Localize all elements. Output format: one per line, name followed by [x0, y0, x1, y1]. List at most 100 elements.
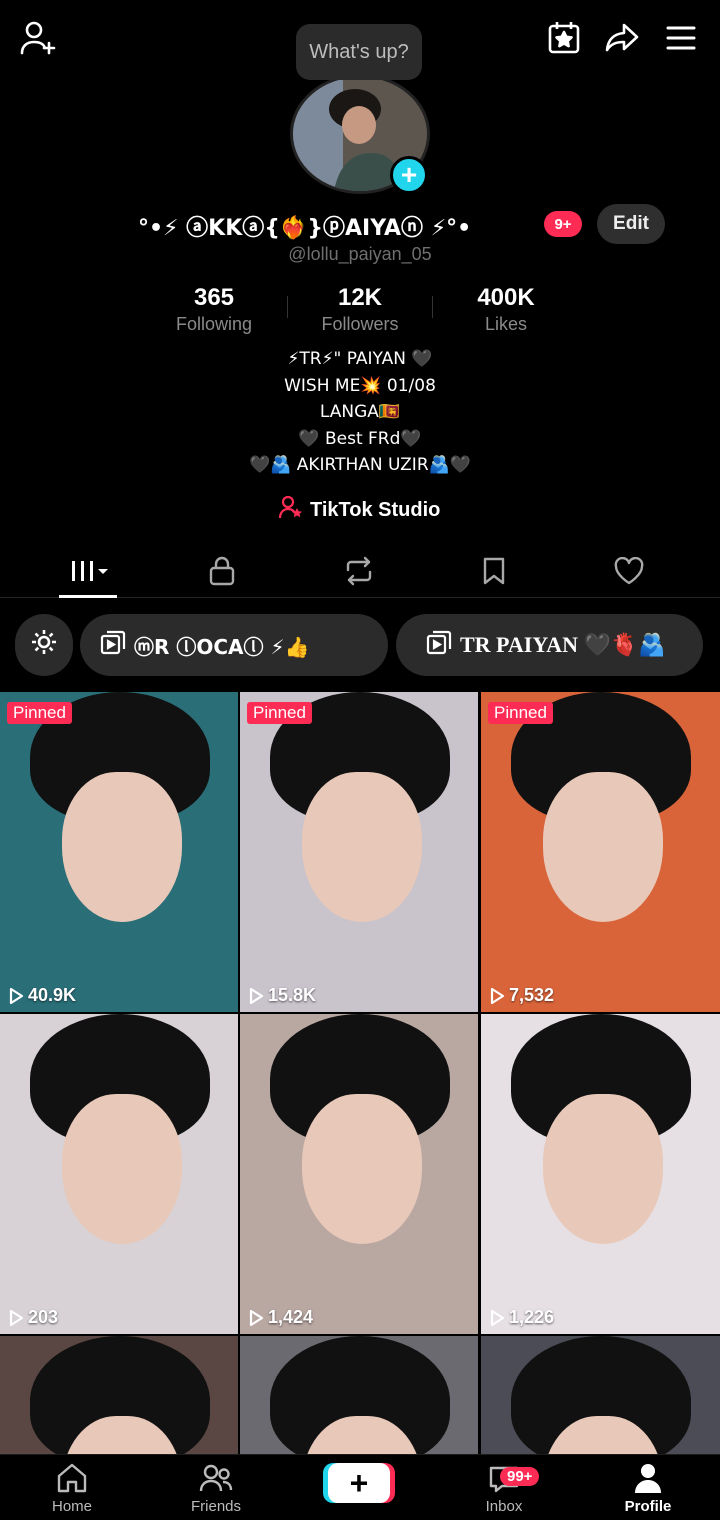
- thumbnail-face: [302, 1094, 422, 1244]
- tab-videos[interactable]: [18, 548, 162, 598]
- divider: [287, 296, 288, 318]
- nav-label: Home: [51, 1498, 92, 1515]
- profile-icon: [631, 1462, 665, 1498]
- pinned-badge: Pinned: [488, 702, 553, 724]
- bio[interactable]: ⚡TR⚡" PAIYAN 🖤 WISH ME💥 01/08 LANGA🇱🇰 🖤 …: [0, 346, 720, 479]
- tab-reposts[interactable]: [287, 548, 431, 598]
- nav-label: Friends: [190, 1498, 242, 1515]
- calendar-star-icon[interactable]: [544, 18, 584, 58]
- play-icon: [490, 987, 505, 1004]
- user-star-icon: [278, 494, 304, 526]
- profile-page: What's up? + °•⚡ ⓐKKⓐ{❤️‍🔥}ⓟAIYAⓝ ⚡°• 9+…: [0, 0, 720, 1520]
- playlist-chip[interactable]: ⓜR ⓛOCAⓛ ⚡👍: [80, 614, 388, 676]
- tiktok-studio-label: TikTok Studio: [310, 498, 441, 521]
- view-count: 7,532: [489, 985, 554, 1006]
- view-count-value: 15.8K: [268, 985, 317, 1005]
- nav-label: Inbox: [485, 1498, 523, 1515]
- video-thumbnail[interactable]: [481, 1336, 720, 1454]
- tab-favorites[interactable]: [422, 548, 566, 598]
- view-count-value: 7,532: [509, 985, 555, 1005]
- thumbnail-face: [302, 772, 422, 922]
- thumbnail-face: [543, 772, 663, 922]
- grid-icon: [68, 557, 112, 590]
- playlist-icon: [100, 629, 126, 661]
- view-count: 1,226: [489, 1307, 554, 1328]
- heart-icon: [613, 556, 645, 590]
- stat-value: 12K: [337, 284, 383, 311]
- bio-line: 🖤 Best FRd🖤: [298, 428, 422, 449]
- stat-followers[interactable]: 12K Followers: [290, 284, 430, 335]
- view-count: 40.9K: [8, 985, 76, 1006]
- add-friend-icon[interactable]: [18, 18, 58, 58]
- gear-icon: [29, 627, 59, 663]
- play-icon: [9, 1309, 24, 1326]
- view-count-value: 203: [28, 1307, 59, 1327]
- playlist-name: TR PAIYAN 🖤🫀🫂: [460, 632, 666, 657]
- nav-inbox[interactable]: Inbox: [432, 1455, 576, 1520]
- friends-icon: [199, 1462, 233, 1498]
- share-icon[interactable]: [602, 18, 642, 58]
- bookmark-icon: [481, 556, 507, 591]
- bio-line: LANGA🇱🇰: [319, 402, 401, 422]
- view-count-value: 1,424: [268, 1307, 314, 1327]
- playlist-settings-button[interactable]: [15, 614, 73, 676]
- pinned-badge: Pinned: [247, 702, 312, 724]
- thumbnail-face: [62, 1094, 182, 1244]
- create-button[interactable]: +: [328, 1463, 390, 1503]
- nav-home[interactable]: Home: [0, 1455, 144, 1520]
- bio-line: ⚡TR⚡" PAIYAN 🖤: [287, 349, 433, 369]
- inbox-badge: 99+: [500, 1467, 540, 1486]
- add-avatar-button[interactable]: +: [390, 156, 428, 194]
- stat-label: Followers: [321, 314, 399, 334]
- playlist-chip[interactable]: TR PAIYAN 🖤🫀🫂: [396, 614, 703, 676]
- play-icon: [9, 987, 24, 1004]
- repost-icon: [342, 556, 376, 591]
- video-thumbnail[interactable]: Pinned 15.8K: [240, 692, 478, 1012]
- content-tabs: [0, 548, 720, 598]
- status-bubble[interactable]: What's up?: [296, 24, 422, 80]
- view-count: 1,424: [248, 1307, 313, 1328]
- video-thumbnail[interactable]: [0, 1336, 238, 1454]
- stat-following[interactable]: 365 Following: [144, 284, 284, 335]
- view-count: 15.8K: [248, 985, 316, 1006]
- active-tab-indicator: [59, 595, 117, 598]
- video-thumbnail[interactable]: 1,226: [481, 1014, 720, 1334]
- nav-label: Profile: [624, 1498, 672, 1515]
- video-thumbnail[interactable]: 203: [0, 1014, 238, 1334]
- view-count: 203: [8, 1307, 58, 1328]
- stat-label: Following: [175, 314, 253, 334]
- tab-liked[interactable]: [557, 548, 701, 598]
- view-count-value: 1,226: [509, 1307, 555, 1327]
- username: @lollu_paiyan_05: [288, 244, 432, 264]
- bio-line: WISH ME💥 01/08: [284, 375, 436, 396]
- playlist-icon: [426, 629, 452, 661]
- thumbnail-face: [543, 1094, 663, 1244]
- play-icon: [249, 987, 264, 1004]
- tab-private[interactable]: [150, 548, 294, 598]
- edit-profile-button[interactable]: Edit: [597, 204, 665, 244]
- stat-value: 400K: [477, 284, 535, 311]
- stat-likes[interactable]: 400K Likes: [436, 284, 576, 335]
- thumbnail-face: [62, 772, 182, 922]
- play-icon: [249, 1309, 264, 1326]
- video-thumbnail[interactable]: [240, 1336, 478, 1454]
- notification-badge[interactable]: 9+: [544, 211, 582, 237]
- video-thumbnail[interactable]: Pinned 40.9K: [0, 692, 238, 1012]
- view-count-value: 40.9K: [28, 985, 77, 1005]
- nav-profile[interactable]: Profile: [576, 1455, 720, 1520]
- pinned-badge: Pinned: [7, 702, 72, 724]
- lock-icon: [208, 556, 236, 591]
- home-icon: [55, 1462, 89, 1498]
- bottom-nav: Home Friends + Inbox 99+ Profile: [0, 1454, 720, 1520]
- tiktok-studio-link[interactable]: TikTok Studio: [278, 494, 441, 526]
- stat-value: 365: [193, 284, 235, 311]
- video-thumbnail[interactable]: Pinned 7,532: [481, 692, 720, 1012]
- play-icon: [490, 1309, 505, 1326]
- playlist-chips: ⓜR ⓛOCAⓛ ⚡👍 TR PAIYAN 🖤🫀🫂: [0, 614, 720, 678]
- stat-label: Likes: [484, 314, 528, 334]
- menu-icon[interactable]: [662, 20, 700, 56]
- video-thumbnail[interactable]: 1,424: [240, 1014, 478, 1334]
- nav-friends[interactable]: Friends: [144, 1455, 288, 1520]
- divider: [432, 296, 433, 318]
- display-name: °•⚡ ⓐKKⓐ{❤️‍🔥}ⓟAIYAⓝ ⚡°•: [138, 216, 472, 241]
